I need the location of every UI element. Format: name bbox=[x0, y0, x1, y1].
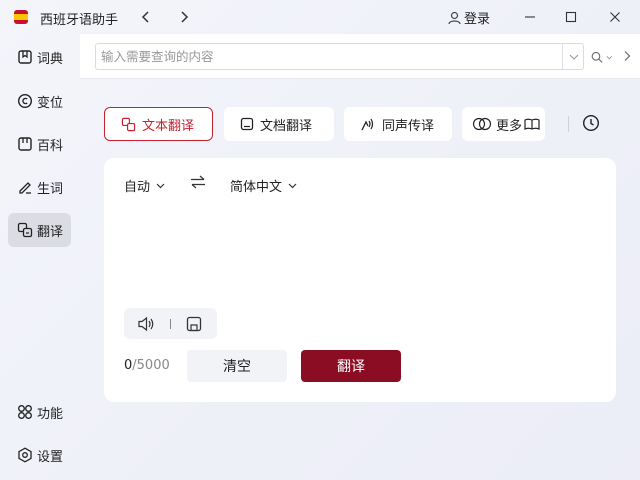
search-input[interactable] bbox=[96, 44, 562, 69]
tab-divider bbox=[568, 116, 569, 132]
translation-card: 自动 简体中文 0/5000 清空 翻译 bbox=[104, 158, 616, 402]
char-max: /5000 bbox=[132, 358, 170, 373]
chevron-down-icon bbox=[606, 55, 613, 59]
sidebar-item-functions[interactable]: 功能 bbox=[8, 395, 71, 429]
tab-text-translate[interactable]: 文本翻译 bbox=[104, 107, 213, 141]
translate-icon bbox=[17, 222, 33, 238]
tab-simultaneous-interpretation[interactable]: 同声传译 bbox=[344, 107, 452, 141]
sidebar-item-encyclopedia[interactable]: 百科 bbox=[8, 127, 71, 161]
tab-label: 文本翻译 bbox=[142, 118, 195, 134]
clear-button[interactable]: 清空 bbox=[187, 350, 287, 382]
back-button[interactable] bbox=[136, 7, 156, 27]
search-expand-button[interactable] bbox=[623, 50, 633, 64]
close-button[interactable] bbox=[604, 7, 626, 27]
minimize-icon bbox=[525, 16, 535, 18]
settings-icon bbox=[18, 447, 32, 463]
app-logo-icon bbox=[14, 10, 28, 24]
login-button[interactable]: 登录 bbox=[448, 8, 490, 27]
search-icon bbox=[591, 51, 603, 63]
title-bar: 西班牙语助手 登录 bbox=[0, 0, 640, 34]
book-icon bbox=[18, 50, 32, 64]
open-book-icon bbox=[524, 118, 540, 130]
chevron-left-icon bbox=[141, 11, 149, 23]
target-language-label: 简体中文 bbox=[230, 180, 283, 195]
tab-label: 同声传译 bbox=[382, 118, 435, 134]
chevron-down-icon bbox=[156, 183, 165, 188]
chevron-down-icon bbox=[569, 54, 578, 60]
sidebar-item-label: 翻译 bbox=[37, 224, 64, 240]
maximize-icon bbox=[565, 11, 577, 23]
swap-languages-button[interactable] bbox=[190, 175, 208, 193]
sidebar-item-label: 生词 bbox=[37, 181, 64, 197]
translate-button[interactable]: 翻译 bbox=[301, 350, 401, 382]
history-button[interactable] bbox=[582, 114, 604, 136]
sidebar: 词典 变位 百科 生词 翻译 功能 设置 bbox=[0, 34, 80, 480]
chevron-down-icon bbox=[288, 183, 297, 188]
sidebar-item-label: 功能 bbox=[37, 406, 64, 422]
forward-button[interactable] bbox=[174, 7, 194, 27]
sidebar-item-label: 设置 bbox=[37, 449, 64, 465]
target-language-select[interactable]: 简体中文 bbox=[230, 176, 297, 195]
login-label: 登录 bbox=[464, 12, 491, 27]
sidebar-item-settings[interactable]: 设置 bbox=[8, 438, 71, 472]
input-tools bbox=[124, 308, 217, 339]
chevron-right-icon bbox=[181, 11, 189, 23]
save-icon bbox=[186, 316, 202, 332]
speak-button[interactable] bbox=[136, 314, 156, 334]
grid-icon bbox=[18, 405, 32, 419]
sidebar-item-dictionary[interactable]: 词典 bbox=[8, 40, 71, 74]
clock-icon bbox=[582, 114, 600, 132]
search-history-dropdown[interactable] bbox=[563, 44, 584, 69]
sidebar-item-translate[interactable]: 翻译 bbox=[8, 213, 71, 247]
sidebar-item-conjugation[interactable]: 变位 bbox=[8, 84, 71, 118]
tab-document-translate[interactable]: 文档翻译 bbox=[224, 107, 334, 141]
sidebar-item-vocabulary[interactable]: 生词 bbox=[8, 170, 71, 204]
translate-icon bbox=[121, 117, 136, 131]
maximize-button[interactable] bbox=[560, 7, 582, 27]
tab-more[interactable]: 更多 bbox=[462, 107, 545, 141]
tab-label: 文档翻译 bbox=[260, 118, 313, 134]
source-language-label: 自动 bbox=[124, 180, 151, 195]
sidebar-item-label: 词典 bbox=[37, 51, 64, 67]
sidebar-item-label: 百科 bbox=[37, 138, 64, 154]
pen-icon bbox=[19, 182, 31, 194]
conjugation-icon bbox=[17, 93, 33, 109]
source-text-input[interactable] bbox=[122, 204, 598, 304]
search-bar bbox=[80, 34, 640, 79]
close-icon bbox=[610, 12, 620, 22]
document-icon bbox=[240, 117, 254, 131]
minimize-button[interactable] bbox=[519, 7, 541, 27]
swap-icon bbox=[191, 175, 205, 189]
tool-divider bbox=[170, 319, 171, 329]
char-counter: 0/5000 bbox=[124, 358, 170, 373]
source-language-select[interactable]: 自动 bbox=[124, 176, 165, 195]
speaker-icon bbox=[138, 316, 154, 332]
search-box bbox=[95, 43, 584, 70]
encyclopedia-icon bbox=[18, 137, 32, 151]
chevron-right-icon bbox=[624, 51, 631, 61]
app-title: 西班牙语助手 bbox=[40, 13, 119, 28]
voice-wave-icon bbox=[361, 118, 374, 131]
user-icon bbox=[448, 11, 461, 24]
tab-label: 更多 bbox=[496, 118, 523, 134]
search-button[interactable] bbox=[591, 48, 613, 66]
sidebar-item-label: 变位 bbox=[37, 95, 64, 111]
more-icon bbox=[472, 117, 492, 131]
save-button[interactable] bbox=[184, 314, 204, 334]
